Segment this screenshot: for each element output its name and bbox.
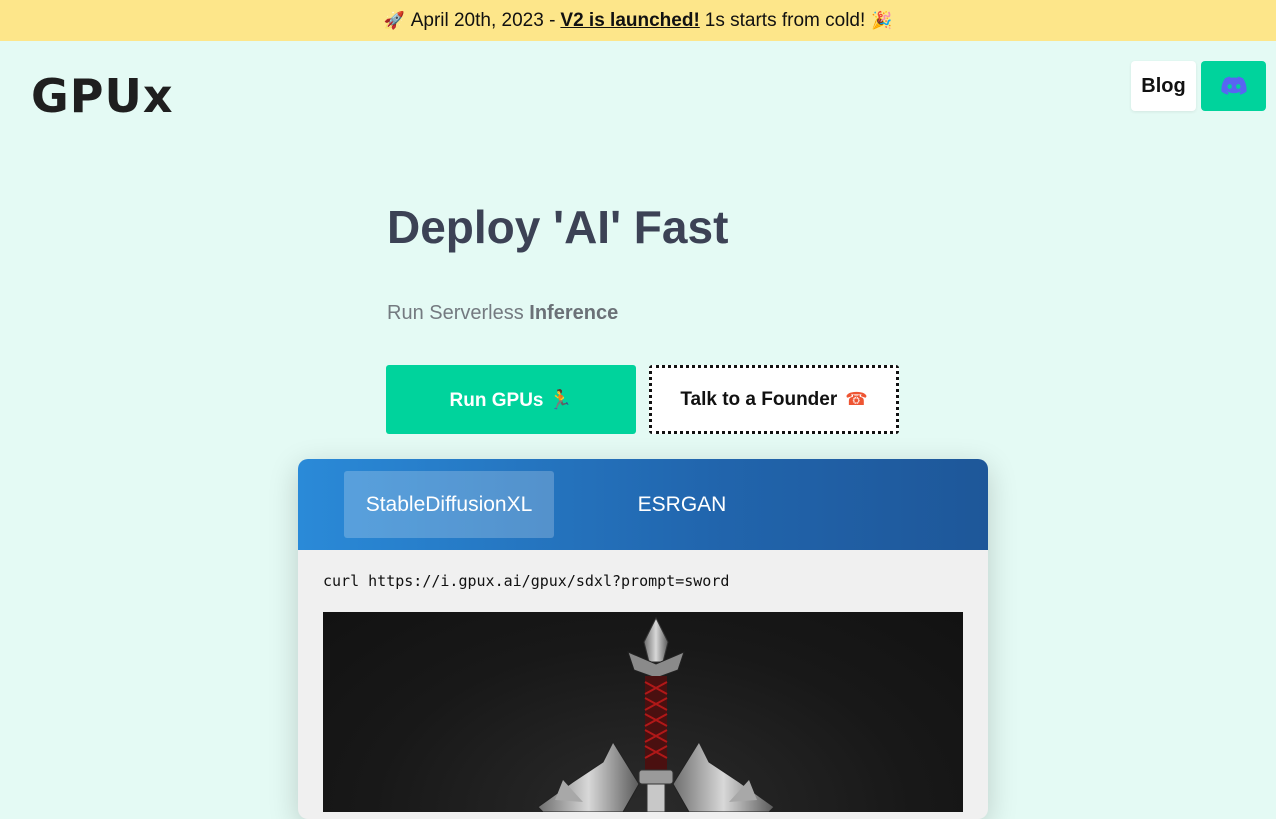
sword-illustration: [537, 616, 775, 812]
sword-image: [323, 612, 963, 812]
hero-subtitle: Run Serverless Inference: [387, 302, 618, 325]
telephone-icon: ☎: [845, 389, 868, 409]
curl-command: curl https://i.gpux.ai/gpux/sdxl?prompt=…: [323, 572, 730, 590]
logo[interactable]: GPUx: [31, 72, 174, 120]
hero-title: Deploy 'AI' Fast: [387, 201, 729, 253]
tab-stablediffusionxl[interactable]: StableDiffusionXL: [344, 471, 554, 538]
banner-launch-link[interactable]: V2 is launched!: [560, 10, 699, 32]
run-gpus-button[interactable]: Run GPUs 🏃: [386, 365, 636, 434]
blog-button[interactable]: Blog: [1131, 61, 1196, 111]
rocket-icon: 🚀: [383, 10, 405, 30]
demo-card: StableDiffusionXL ESRGAN curl https://i.…: [298, 459, 988, 819]
announcement-banner: 🚀 April 20th, 2023 - V2 is launched! 1s …: [0, 0, 1276, 41]
tab-esrgan[interactable]: ESRGAN: [598, 471, 766, 538]
banner-date-text: April 20th, 2023 -: [410, 9, 556, 31]
banner-after-text: 1s starts from cold!: [704, 9, 866, 31]
discord-button[interactable]: [1201, 61, 1266, 111]
discord-icon: [1220, 76, 1247, 95]
talk-to-founder-button[interactable]: Talk to a Founder ☎: [649, 365, 899, 434]
hero-subtitle-prefix: Run Serverless: [387, 302, 524, 324]
hero-subtitle-bold: Inference: [529, 302, 619, 324]
party-popper-icon: 🎉: [871, 10, 893, 30]
demo-tabs: StableDiffusionXL ESRGAN: [298, 459, 988, 550]
talk-to-founder-label: Talk to a Founder: [680, 388, 838, 410]
